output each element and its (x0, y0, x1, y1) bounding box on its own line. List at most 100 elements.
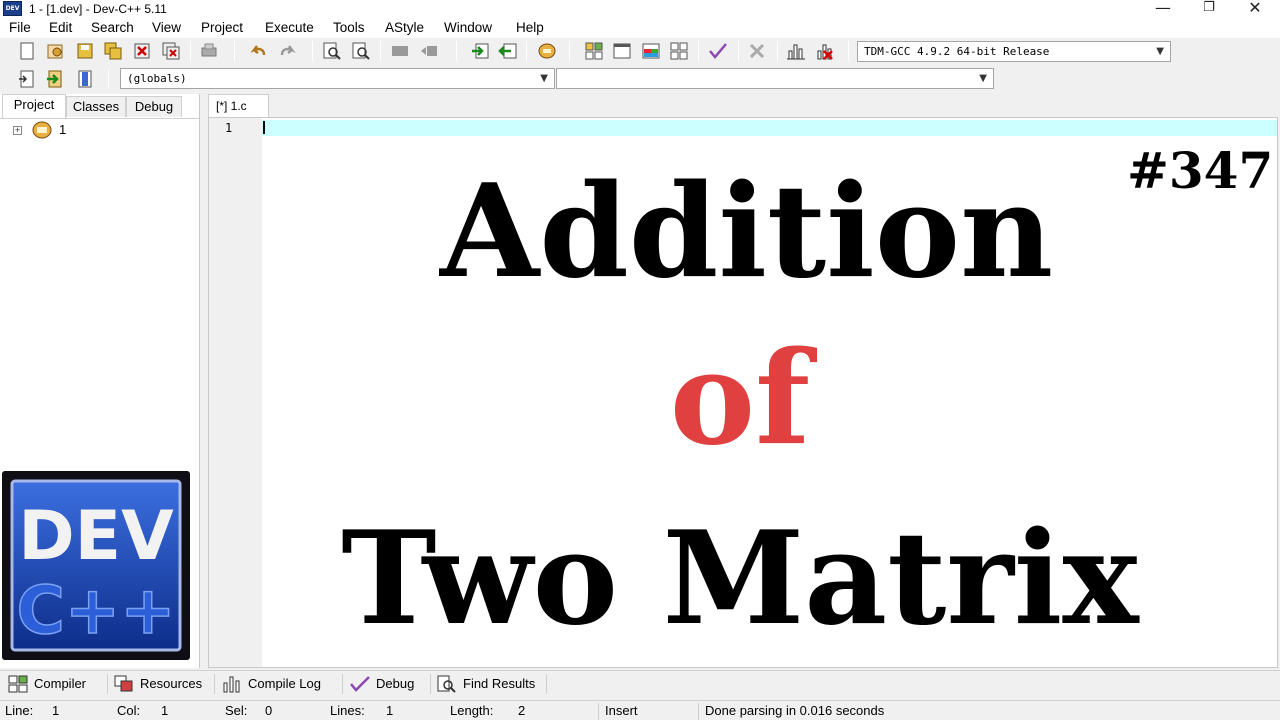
save-all-icon[interactable] (103, 41, 123, 61)
replace-icon[interactable] (351, 41, 371, 61)
line-number: 1 (225, 121, 233, 135)
menu-project[interactable]: Project (201, 20, 243, 36)
status-separator (598, 703, 599, 720)
menu-execute[interactable]: Execute (265, 20, 314, 36)
tab-resources[interactable]: Resources (114, 673, 214, 695)
tab-debug-output-label: Debug (376, 676, 415, 691)
find-icon[interactable] (322, 41, 342, 61)
menu-edit[interactable]: Edit (49, 20, 72, 36)
tab-project[interactable]: Project (2, 94, 66, 118)
status-sel-label: Sel: (225, 703, 248, 718)
editor-tab-file[interactable]: [*] 1.c (208, 94, 269, 118)
insert-icon[interactable] (17, 69, 37, 89)
tab-separator (430, 674, 431, 694)
chart-icon[interactable] (786, 41, 806, 61)
title-bar: DEV 1 - [1.dev] - Dev-C++ 5.11 — ❐ ✕ (0, 0, 1280, 18)
title-line-3: Two Matrix (341, 504, 1139, 654)
project-icon (32, 121, 52, 139)
window-icon[interactable] (612, 41, 632, 61)
toolbar-separator (738, 41, 739, 61)
status-col-value: 1 (161, 703, 169, 718)
save-icon[interactable] (75, 41, 95, 61)
menu-tools[interactable]: Tools (333, 20, 365, 36)
indent-icon[interactable] (390, 41, 410, 61)
tab-find-results[interactable]: Find Results (437, 673, 547, 695)
member-select[interactable]: ▼ (556, 68, 994, 89)
toolbar-separator (848, 41, 849, 61)
chevron-down-icon: ▼ (540, 73, 548, 84)
tab-resources-label: Resources (140, 676, 203, 691)
tab-compile-log-label: Compile Log (248, 676, 321, 691)
current-line-highlight (262, 120, 1277, 136)
menu-window[interactable]: Window (444, 20, 492, 36)
secondary-toolbar: (globals) ▼ ▼ (0, 65, 1280, 93)
grid-icon[interactable] (669, 41, 689, 61)
status-sel-value: 0 (265, 703, 273, 718)
status-length-label: Length: (450, 703, 494, 718)
print-icon[interactable] (199, 41, 219, 61)
tree-item-project[interactable]: 1 (59, 122, 66, 137)
tab-separator (342, 674, 343, 694)
toolbar-separator (190, 41, 191, 61)
close-window-button[interactable]: ✕ (1232, 0, 1278, 18)
close-file-icon[interactable] (132, 41, 152, 61)
new-project-icon[interactable] (537, 41, 557, 61)
menu-file[interactable]: File (9, 20, 31, 36)
menu-help[interactable]: Help (516, 20, 544, 36)
resources-icon (114, 675, 133, 692)
check-icon[interactable] (708, 41, 728, 61)
view-icon[interactable] (641, 41, 661, 61)
undo-icon[interactable] (249, 41, 269, 61)
title-line-1: Addition (440, 157, 1054, 307)
menu-view[interactable]: View (152, 20, 181, 36)
tab-compiler[interactable]: Compiler (8, 673, 108, 695)
globals-select[interactable]: (globals) ▼ (120, 68, 555, 89)
tab-separator (546, 674, 547, 694)
tab-separator (214, 674, 215, 694)
menu-search[interactable]: Search (91, 20, 134, 36)
toolbar-separator (569, 41, 570, 61)
window-title: 1 - [1.dev] - Dev-C++ 5.11 (29, 2, 167, 16)
chart-icon (223, 676, 240, 693)
toggle-bookmark-icon[interactable] (45, 69, 65, 89)
status-line-label: Line: (5, 703, 34, 718)
goto-bookmark-icon[interactable] (75, 69, 95, 89)
toolbar-separator (526, 41, 527, 61)
toolbar-separator (698, 41, 699, 61)
tab-classes[interactable]: Classes (66, 96, 126, 117)
status-lines-value: 1 (386, 703, 394, 718)
tab-separator (107, 674, 108, 694)
text-caret (263, 121, 265, 134)
tab-debug-output[interactable]: Debug (350, 673, 430, 695)
tab-debug[interactable]: Debug (126, 96, 182, 117)
new-file-icon[interactable] (17, 41, 37, 61)
stop-icon[interactable] (747, 41, 767, 61)
profile-icon[interactable] (815, 41, 835, 61)
status-line-value: 1 (52, 703, 60, 718)
video-number: #347 (1127, 141, 1274, 200)
status-col-label: Col: (117, 703, 141, 718)
bookmark-icon[interactable] (498, 41, 518, 61)
compiler-select-value: TDM-GCC 4.9.2 64-bit Release (864, 45, 1050, 58)
logo-dev-text: DEV (18, 497, 174, 576)
compiler-select[interactable]: TDM-GCC 4.9.2 64-bit Release ▼ (857, 41, 1171, 62)
toolbar-separator (234, 41, 235, 61)
close-all-icon[interactable] (161, 41, 181, 61)
open-project-icon[interactable] (45, 41, 65, 61)
goto-icon[interactable] (470, 41, 490, 61)
main-toolbar: TDM-GCC 4.9.2 64-bit Release ▼ (0, 38, 1280, 65)
unindent-icon[interactable] (419, 41, 439, 61)
status-message: Done parsing in 0.016 seconds (705, 703, 885, 718)
tab-compile-log[interactable]: Compile Log (222, 673, 342, 695)
redo-icon[interactable] (277, 41, 297, 61)
expand-icon[interactable]: + (13, 126, 22, 135)
compiler-icon (8, 675, 28, 693)
toolbar-separator (380, 41, 381, 61)
status-length-value: 2 (518, 703, 526, 718)
menu-astyle[interactable]: AStyle (385, 20, 424, 36)
restore-button[interactable]: ❐ (1186, 0, 1232, 18)
class-browser-icon[interactable] (584, 41, 604, 61)
minimize-button[interactable]: — (1140, 0, 1186, 18)
tab-compiler-label: Compiler (34, 676, 87, 691)
status-mode: Insert (605, 703, 638, 718)
